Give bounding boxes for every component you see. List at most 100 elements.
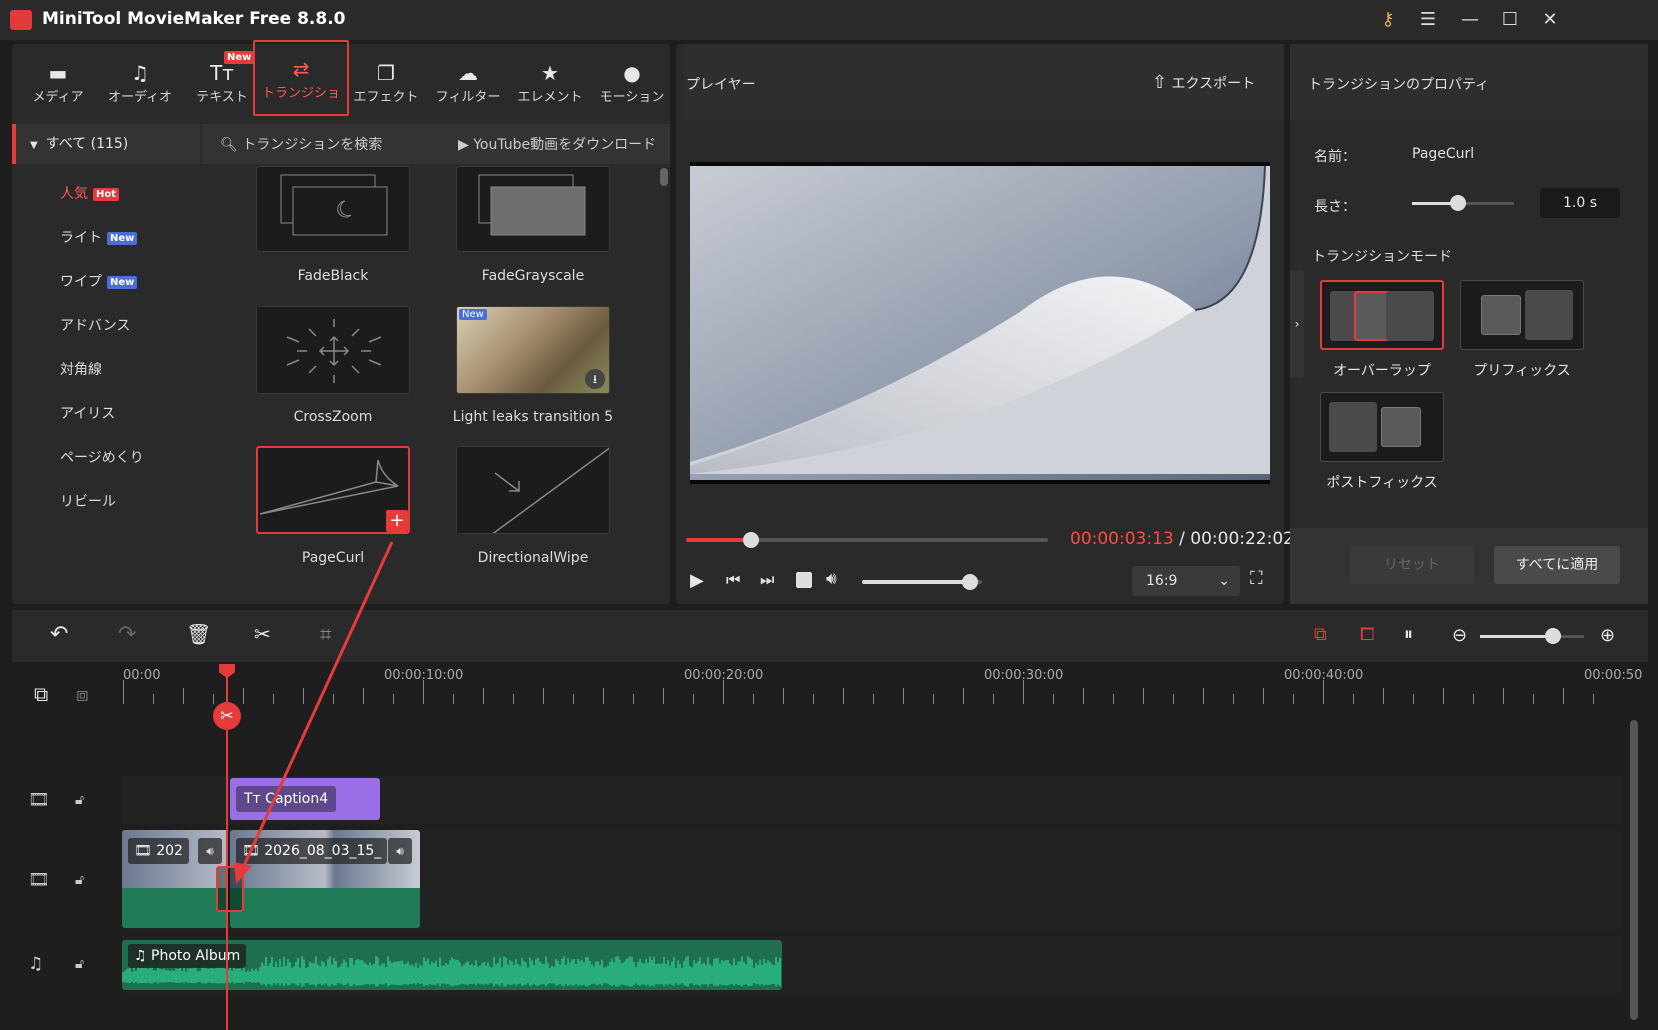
transition-thumb-fadegrayscale[interactable] <box>456 166 610 252</box>
mode-postfix[interactable] <box>1320 392 1444 462</box>
tab-label: テキスト <box>196 90 248 105</box>
fit-icon[interactable]: ⧉ <box>1314 624 1327 645</box>
audio-mark-icon[interactable]: ⏸ <box>1404 624 1413 645</box>
apply-all-button[interactable]: すべてに適用 <box>1494 546 1620 584</box>
search-box[interactable]: 🔍︎ トランジションを検索 <box>220 134 382 154</box>
category-iris[interactable]: アイリス <box>60 403 115 423</box>
transition-thumb-fadeblack[interactable] <box>256 166 410 252</box>
category-popular[interactable]: 人気 Hot <box>60 183 120 203</box>
fullscreen-icon[interactable]: ⛶ <box>1250 568 1263 589</box>
app-title: MiniTool MovieMaker Free 8.8.0 <box>42 9 346 29</box>
volume-fill <box>862 580 970 584</box>
speaker-icon[interactable]: 🔊︎ <box>388 838 412 864</box>
directionalwipe-preview-icon <box>492 447 609 533</box>
clip-b-icon <box>1381 407 1421 447</box>
lock-icon[interactable]: 🔓︎ <box>75 872 84 888</box>
chevron-down-icon: ⌄ <box>1218 573 1230 589</box>
category-reveal[interactable]: リビール <box>60 491 116 511</box>
remove-track-icon[interactable]: ⧈ <box>76 682 89 706</box>
ruler-tick <box>633 694 634 704</box>
ruler-tick <box>273 694 274 704</box>
aspect-ratio-select[interactable]: 16:9 ⌄ <box>1132 566 1240 596</box>
collapse-panel-icon[interactable]: › <box>1290 270 1304 378</box>
key-icon[interactable]: ⚷ <box>1374 8 1402 32</box>
redo-icon[interactable]: ↷ <box>118 622 136 647</box>
transition-thumb-pagecurl[interactable]: + <box>256 446 410 534</box>
caption-clip[interactable]: Tт Caption4 <box>230 778 380 820</box>
video-clip-2[interactable]: 🎞︎ 2026_08_03_15_ 🔊︎ <box>230 830 420 928</box>
ruler-label: 00:00 <box>123 668 161 683</box>
ruler-tick <box>693 694 694 704</box>
current-time: 00:00:03:13 <box>1070 529 1174 549</box>
tab-filter[interactable]: ☁ フィルター <box>428 54 508 120</box>
zoom-in-icon[interactable]: ⊕ <box>1600 625 1615 646</box>
crop-icon[interactable]: ⌗ <box>320 622 331 646</box>
mode-overlap[interactable] <box>1320 280 1444 350</box>
zoom-handle[interactable] <box>1544 628 1561 644</box>
close-button[interactable]: ✕ <box>1536 8 1564 32</box>
transition-thumb-light-leaks[interactable]: New ⭳ <box>456 306 610 394</box>
playhead-split-icon[interactable]: ✂ <box>213 702 241 730</box>
name-value: PageCurl <box>1412 146 1475 162</box>
mode-prefix[interactable] <box>1460 280 1584 350</box>
transition-thumb-directionalwipe[interactable] <box>456 446 610 534</box>
film-icon: 🎞︎ <box>28 870 50 890</box>
split-scissors-icon[interactable]: ✂ <box>254 622 271 646</box>
time-readout: 00:00:03:13 / 00:00:22:02 <box>1070 529 1294 549</box>
minimize-button[interactable]: — <box>1456 8 1484 32</box>
hot-badge: Hot <box>93 187 120 201</box>
next-frame-icon[interactable]: ⏭ <box>760 570 774 590</box>
volume-icon[interactable]: 🔊︎ <box>826 569 837 589</box>
transition-thumb-crosszoom[interactable] <box>256 306 410 394</box>
film-icon: 🎞︎ <box>28 790 50 810</box>
add-track-icon[interactable]: ⧉ <box>34 682 48 706</box>
length-slider-handle[interactable] <box>1449 195 1466 211</box>
video-clip-1[interactable]: 🎞︎ 202 🔊︎ <box>122 830 228 928</box>
playback-progress-fill <box>686 538 752 542</box>
volume-handle[interactable] <box>962 574 978 590</box>
zoom-out-icon[interactable]: ⊖ <box>1452 625 1467 646</box>
ruler-tick <box>993 694 994 704</box>
lock-icon[interactable]: 🔓︎ <box>75 956 84 972</box>
previous-frame-icon[interactable]: ⏮ <box>726 570 740 590</box>
stop-icon[interactable] <box>796 572 812 588</box>
speaker-icon[interactable]: 🔊︎ <box>198 838 222 864</box>
pagecurl-preview-image <box>690 165 1270 480</box>
youtube-download-button[interactable]: ▶︎ YouTube動画をダウンロード <box>458 134 656 154</box>
library-scrollbar[interactable] <box>660 168 668 186</box>
category-wipe[interactable]: ワイプ New <box>60 271 138 291</box>
category-advance[interactable]: アドバンス <box>60 315 130 335</box>
ruler-tick <box>243 688 244 704</box>
timeline-scrollbar[interactable] <box>1630 720 1638 1020</box>
undo-icon[interactable]: ↶ <box>50 622 68 647</box>
lock-icon[interactable]: 🔓︎ <box>75 792 84 808</box>
category-light[interactable]: ライト New <box>60 227 138 247</box>
ruler-tick <box>483 688 484 704</box>
ruler-tick <box>843 688 844 704</box>
add-icon[interactable]: + <box>386 510 408 532</box>
reset-button[interactable]: リセット <box>1350 546 1474 584</box>
delete-icon[interactable]: 🗑︎ <box>186 622 211 646</box>
category-diagonal[interactable]: 対角線 <box>60 359 102 379</box>
ruler-tick <box>1233 694 1234 704</box>
tab-media[interactable]: ▬ メディア <box>18 54 98 120</box>
category-all[interactable]: ▼ すべて (115) <box>12 124 200 164</box>
ruler-tick <box>1533 694 1534 704</box>
split-marker-icon[interactable]: ⧠ <box>1360 624 1374 645</box>
ruler-tick <box>933 694 934 704</box>
play-icon[interactable]: ▶ <box>690 570 704 591</box>
maximize-button[interactable]: ☐ <box>1496 8 1524 32</box>
download-icon[interactable]: ⭳ <box>585 369 605 389</box>
tab-audio[interactable]: ♫ オーディオ <box>100 54 180 120</box>
audio-clip[interactable]: ♫ Photo Album <box>122 940 782 990</box>
tab-motion[interactable]: ● モーション <box>592 54 672 120</box>
export-button[interactable]: ⇧ エクスポート <box>1152 72 1255 93</box>
tab-transition[interactable]: ⇄ トランジショ <box>253 40 349 116</box>
tab-effect[interactable]: ❐ エフェクト <box>346 54 426 120</box>
tab-element[interactable]: ★ エレメント <box>510 54 590 120</box>
hamburger-icon[interactable]: ☰ <box>1414 8 1442 32</box>
transition-slot[interactable] <box>216 866 244 912</box>
length-input[interactable]: 1.0 s <box>1540 188 1620 218</box>
aspect-value: 16:9 <box>1146 573 1178 589</box>
category-page-curl[interactable]: ページめくり <box>60 447 144 467</box>
